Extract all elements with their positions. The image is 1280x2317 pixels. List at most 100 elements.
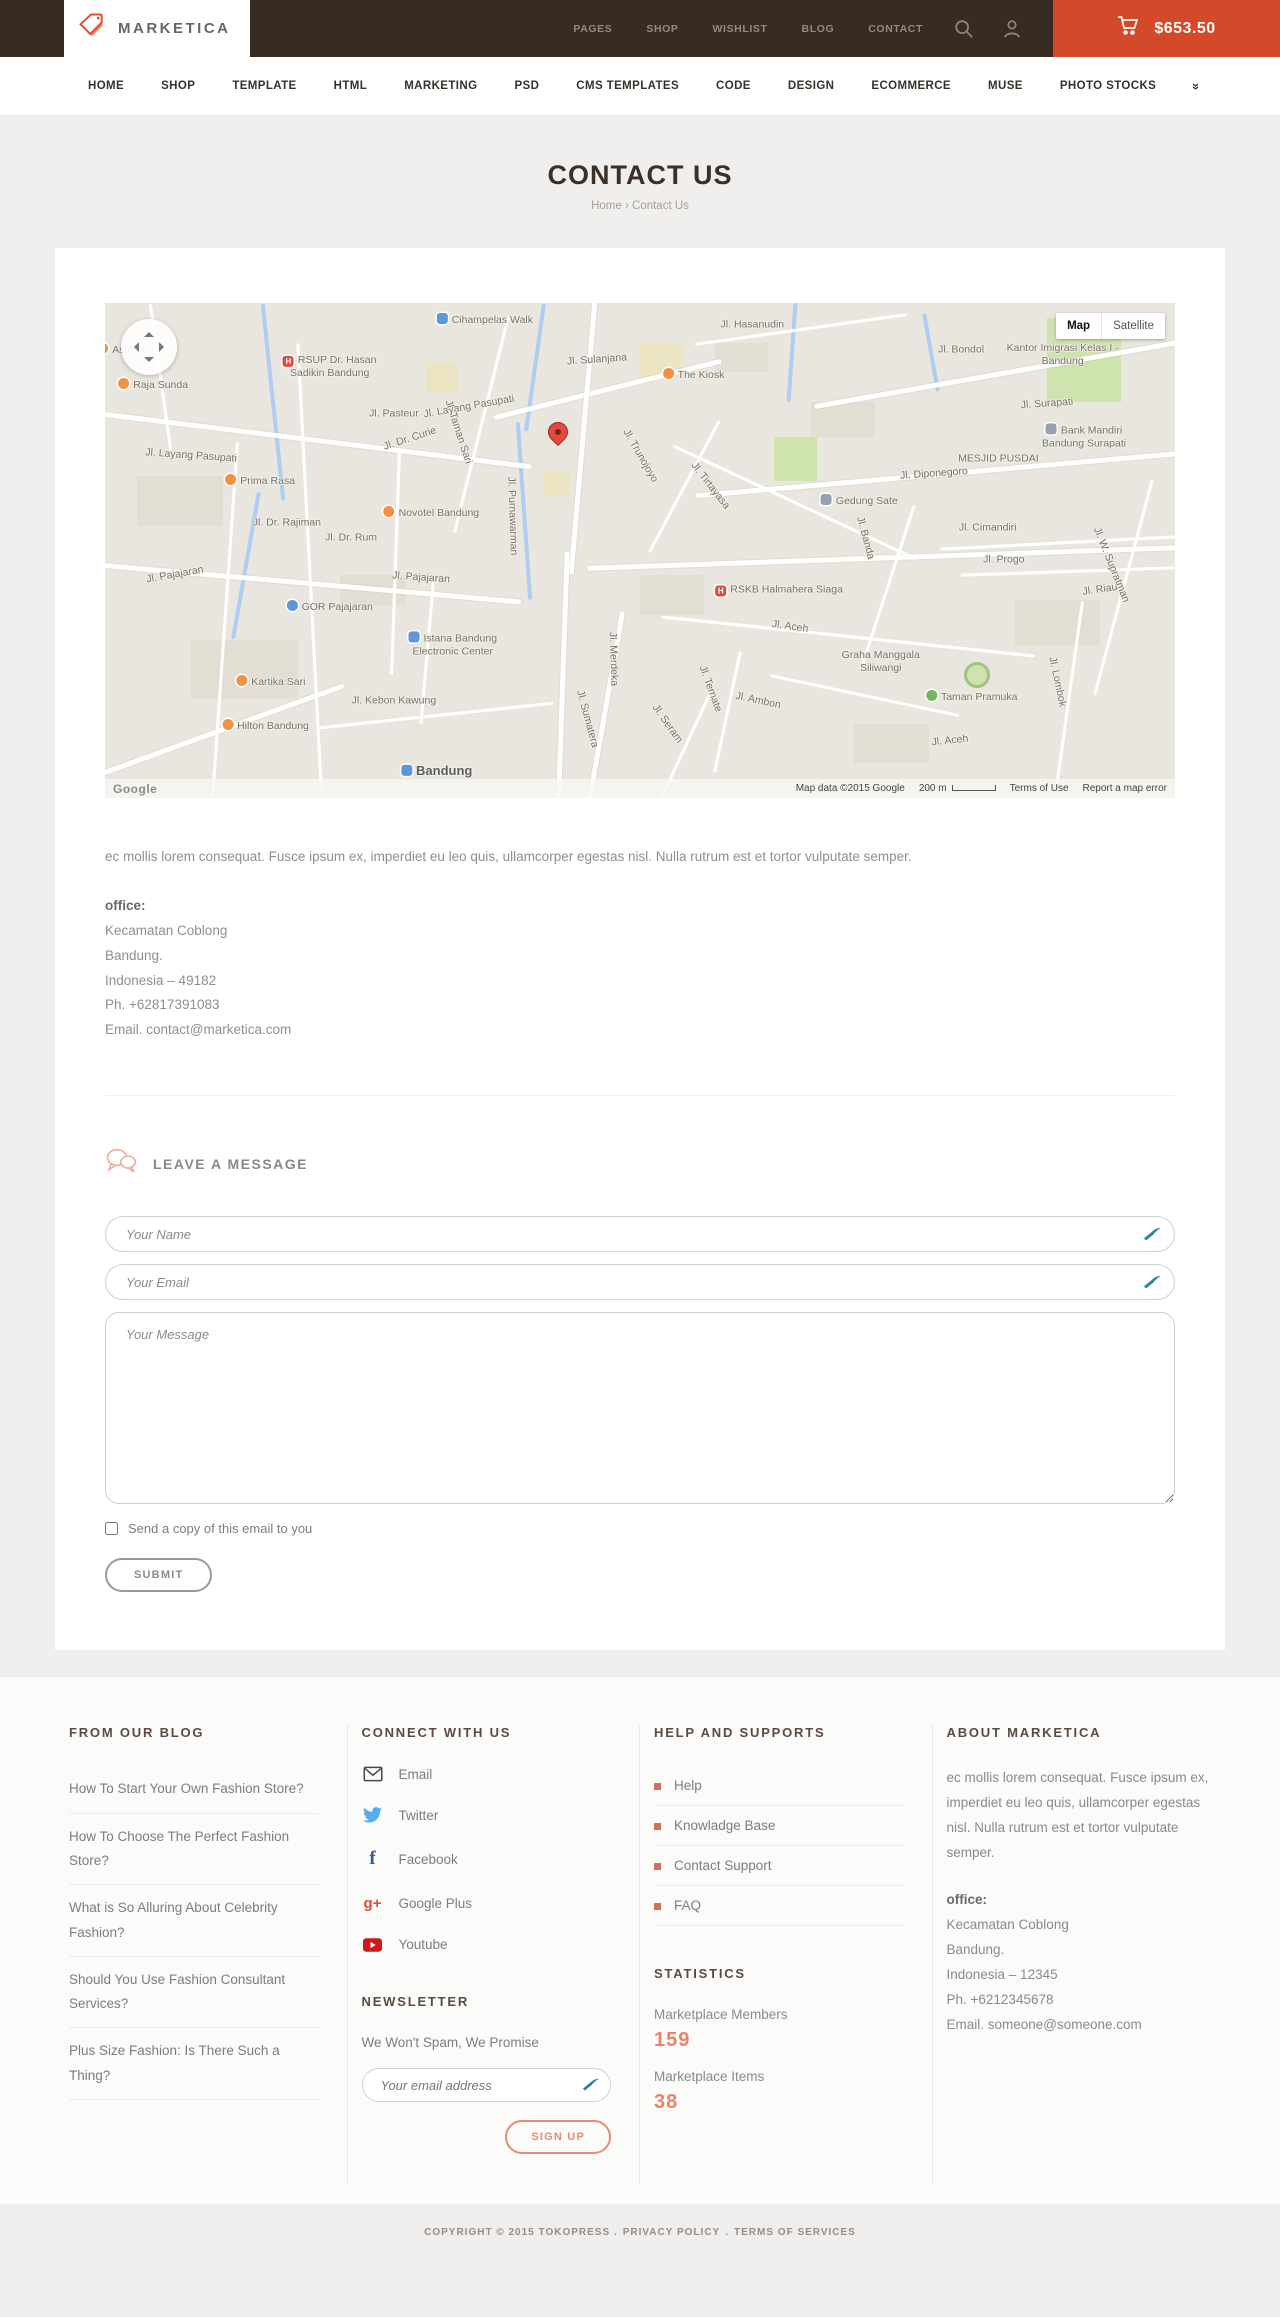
help-link[interactable]: Contact Support [654, 1846, 904, 1887]
nav-html[interactable]: HTML [334, 80, 368, 92]
footer: FROM OUR BLOG How To Start Your Own Fash… [0, 1677, 1280, 2205]
nav-photo-stocks[interactable]: PHOTO STOCKS [1060, 80, 1156, 92]
cart-button[interactable]: $653.50 [1053, 0, 1280, 57]
office-label: office: [946, 1892, 988, 1908]
top-nav-contact[interactable]: CONTACT [868, 23, 923, 35]
help-link[interactable]: Help [654, 1766, 904, 1807]
search-icon[interactable] [953, 18, 975, 40]
map-button[interactable]: Map [1056, 313, 1103, 339]
nav-muse[interactable]: MUSE [988, 80, 1023, 92]
youtube-link[interactable]: Youtube [362, 1937, 612, 1952]
map-area [426, 362, 459, 393]
help-link[interactable]: Knowladge Base [654, 1806, 904, 1847]
map-label: Jl. Hasanudin [720, 318, 785, 331]
newsletter-heading: NEWSLETTER [361, 1994, 470, 2010]
signup-row: SIGN UP [362, 2120, 611, 2155]
map-label: MESJID PUSDAI [958, 452, 1039, 465]
top-nav-wishlist[interactable]: WISHLIST [713, 23, 768, 35]
top-nav-shop[interactable]: SHOP [646, 23, 678, 35]
map-label: Jl. Aceh [770, 618, 809, 636]
office-address-block: office: Kecamatan Coblong Bandung. Indon… [105, 894, 1175, 1044]
hotel-poi-icon [383, 506, 395, 518]
name-field-wrap [105, 1216, 1175, 1253]
pan-down-icon[interactable] [144, 357, 154, 367]
map-label: Jl. Dr. Rajiman [252, 516, 322, 529]
blog-post-link[interactable]: Plus Size Fashion: Is There Such a Thing… [69, 2028, 319, 2101]
chevron-down-icon[interactable]: » [1189, 82, 1204, 89]
nav-code[interactable]: CODE [716, 80, 751, 92]
terms-of-services-link[interactable]: TERMS OF SERVICES [734, 2227, 856, 2238]
email-link[interactable]: Email [362, 1766, 612, 1782]
nav-psd[interactable]: PSD [514, 80, 539, 92]
facebook-icon: f [369, 1848, 376, 1870]
map-road [555, 550, 570, 798]
top-nav-pages[interactable]: PAGES [573, 23, 612, 35]
pan-left-icon[interactable] [129, 342, 139, 352]
message-textarea[interactable] [105, 1312, 1175, 1505]
sign-up-button[interactable]: SIGN UP [505, 2120, 611, 2155]
map-label: Graha Manggala Siliwangi [841, 648, 920, 674]
newsletter-email-input[interactable] [361, 2068, 611, 2103]
blog-post-link[interactable]: How To Choose The Perfect Fashion Store? [69, 1814, 319, 1886]
send-copy-checkbox[interactable] [105, 1522, 118, 1536]
satellite-button[interactable]: Satellite [1102, 313, 1165, 339]
map-pan-control[interactable] [121, 319, 177, 375]
map-label: Jl. Pasteur [369, 407, 419, 420]
name-input[interactable] [105, 1216, 1175, 1253]
submit-button[interactable]: SUBMIT [105, 1558, 213, 1593]
footer-about-heading: ABOUT MARKETICA [946, 1725, 1102, 1741]
nav-marketing[interactable]: MARKETING [404, 80, 477, 92]
office-label: office: [105, 897, 146, 913]
user-icon[interactable] [1001, 18, 1023, 40]
nav-ecommerce[interactable]: ECOMMERCE [871, 80, 951, 92]
nav-design[interactable]: DESIGN [788, 80, 835, 92]
top-nav-blog[interactable]: BLOG [802, 23, 835, 35]
footer-blog-heading: FROM OUR BLOG [69, 1725, 205, 1741]
square-bullet-icon [654, 1823, 661, 1831]
stat-item: Marketplace Items 38 [654, 2069, 904, 2114]
logo[interactable]: MARKETICA [64, 0, 250, 57]
google-plus-link[interactable]: g+ Google Plus [362, 1895, 612, 1912]
breadcrumb-home[interactable]: Home [591, 200, 622, 212]
map-label: Bandung [401, 763, 472, 779]
breadcrumb: Home › Contact Us [0, 200, 1280, 212]
nav-shop[interactable]: SHOP [161, 80, 195, 92]
terms-of-use-link[interactable]: Terms of Use [1010, 783, 1069, 794]
copyright-text: COPYRIGHT © 2015 TOKOPRESS . [424, 2227, 618, 2239]
page-title: CONTACT US [547, 160, 733, 190]
food-poi-icon [236, 674, 248, 686]
map-block [190, 639, 298, 699]
privacy-policy-link[interactable]: PRIVACY POLICY [623, 2227, 721, 2238]
twitter-icon [362, 1807, 384, 1823]
map-label: Hilton Bandung [222, 719, 309, 733]
google-map[interactable]: AstoriaRaja SundaHRSUP Dr. Hasan Sadikin… [105, 303, 1175, 798]
google-plus-icon: g+ [363, 1895, 382, 1913]
map-park [773, 436, 817, 482]
nav-home[interactable]: HOME [88, 80, 124, 92]
logo-text: MARKETICA [118, 20, 231, 37]
square-bullet-icon [654, 1903, 661, 1911]
twitter-link[interactable]: Twitter [362, 1807, 612, 1823]
pan-up-icon[interactable] [144, 327, 154, 337]
map-road [568, 303, 599, 575]
map-type-control: Map Satellite [1056, 313, 1165, 339]
map-marker[interactable] [543, 417, 572, 446]
newsletter-field-wrap [361, 2068, 611, 2103]
map-block [640, 575, 705, 615]
help-link[interactable]: FAQ [654, 1886, 904, 1927]
nav-template[interactable]: TEMPLATE [232, 80, 296, 92]
report-map-error-link[interactable]: Report a map error [1083, 783, 1167, 794]
blog-post-link[interactable]: Should You Use Fashion Consultant Servic… [69, 1957, 319, 2029]
facebook-link[interactable]: f Facebook [362, 1848, 612, 1870]
email-input[interactable] [105, 1264, 1175, 1301]
blog-post-link[interactable]: How To Start Your Own Fashion Store? [69, 1766, 319, 1814]
about-address-line: Bandung. [946, 1942, 1005, 1958]
top-nav: PAGES SHOP WISHLIST BLOG CONTACT [573, 0, 923, 57]
pan-right-icon[interactable] [159, 342, 169, 352]
shop-poi-icon [436, 313, 448, 325]
nav-cms-templates[interactable]: CMS TEMPLATES [576, 80, 679, 92]
email-icon [362, 1766, 384, 1782]
square-bullet-icon [654, 1863, 661, 1871]
blog-post-link[interactable]: What is So Alluring About Celebrity Fash… [69, 1885, 319, 1957]
landmark-poi-icon [820, 493, 832, 505]
